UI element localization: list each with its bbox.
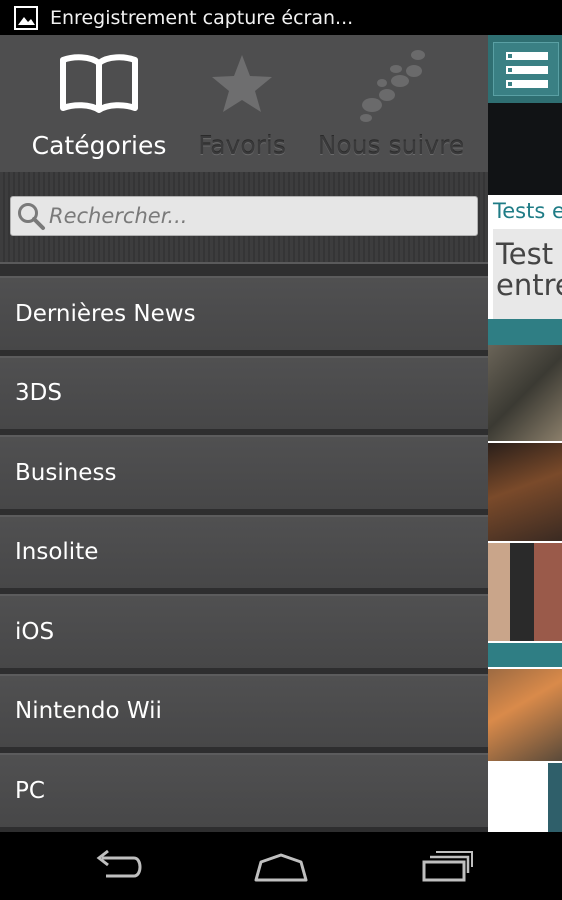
notification-text: Enregistrement capture écran... xyxy=(50,6,354,29)
search-input[interactable] xyxy=(49,204,469,228)
category-list: Dernières News 3DS Business Insolite iOS… xyxy=(0,276,488,832)
recent-apps-icon[interactable] xyxy=(416,846,476,886)
tab-categories[interactable]: Catégories xyxy=(18,35,180,172)
system-nav-bar xyxy=(0,832,562,900)
category-label: 3DS xyxy=(15,380,62,407)
tab-favoris-label: Favoris xyxy=(198,131,286,160)
article-thumbnail[interactable] xyxy=(488,543,562,641)
tab-categories-label: Catégories xyxy=(31,131,167,160)
category-label: Insolite xyxy=(15,539,99,566)
section-bar xyxy=(488,643,562,667)
article-thumbnail[interactable] xyxy=(488,345,562,441)
tab-nous-suivre[interactable]: Nous suivre xyxy=(308,35,474,172)
home-icon[interactable] xyxy=(251,846,311,886)
banner-image xyxy=(488,103,562,195)
category-item-dernieres-news[interactable]: Dernières News xyxy=(0,276,488,356)
category-item-nintendo-wii[interactable]: Nintendo Wii xyxy=(0,673,488,753)
menu-button[interactable] xyxy=(493,42,559,96)
category-label: Nintendo Wii xyxy=(15,698,162,725)
category-label: PC xyxy=(15,777,45,804)
star-icon xyxy=(212,55,272,112)
section-bar xyxy=(488,319,562,345)
category-item-pc[interactable]: PC xyxy=(0,753,488,832)
article-thumbnail[interactable] xyxy=(488,669,562,761)
image-icon xyxy=(14,5,38,30)
category-label: Dernières News xyxy=(15,300,196,327)
category-item-ios[interactable]: iOS xyxy=(0,594,488,674)
divider xyxy=(0,262,488,276)
search-area xyxy=(0,172,488,262)
search-icon xyxy=(18,203,45,230)
status-bar: Enregistrement capture écran... xyxy=(0,0,562,35)
section-label: Tests e xyxy=(493,199,562,223)
category-label: Business xyxy=(15,459,117,486)
navigation-drawer: Catégories Favoris Nous suivre Recherche… xyxy=(0,35,488,832)
category-label: iOS xyxy=(15,618,55,645)
footprints-icon xyxy=(360,50,425,122)
menu-list-icon xyxy=(506,52,548,88)
drawer-tabs: Catégories Favoris Nous suivre xyxy=(0,35,488,172)
article-title: Test entre xyxy=(496,237,562,302)
tab-favoris[interactable]: Favoris xyxy=(190,35,294,172)
article-thumbnail[interactable] xyxy=(488,763,548,832)
article-thumbnail[interactable] xyxy=(488,443,562,541)
category-item-insolite[interactable]: Insolite xyxy=(0,514,488,594)
back-icon[interactable] xyxy=(88,846,148,886)
tab-nous-suivre-label: Nous suivre xyxy=(317,131,465,160)
category-item-3ds[interactable]: 3DS xyxy=(0,355,488,435)
main-toolbar xyxy=(488,35,562,103)
main-content-peek[interactable]: Tests e Test entre xyxy=(488,35,562,832)
book-icon xyxy=(60,54,138,113)
category-item-business[interactable]: Business xyxy=(0,435,488,515)
search-box[interactable] xyxy=(10,196,478,236)
article-thumbnail[interactable] xyxy=(548,763,562,832)
